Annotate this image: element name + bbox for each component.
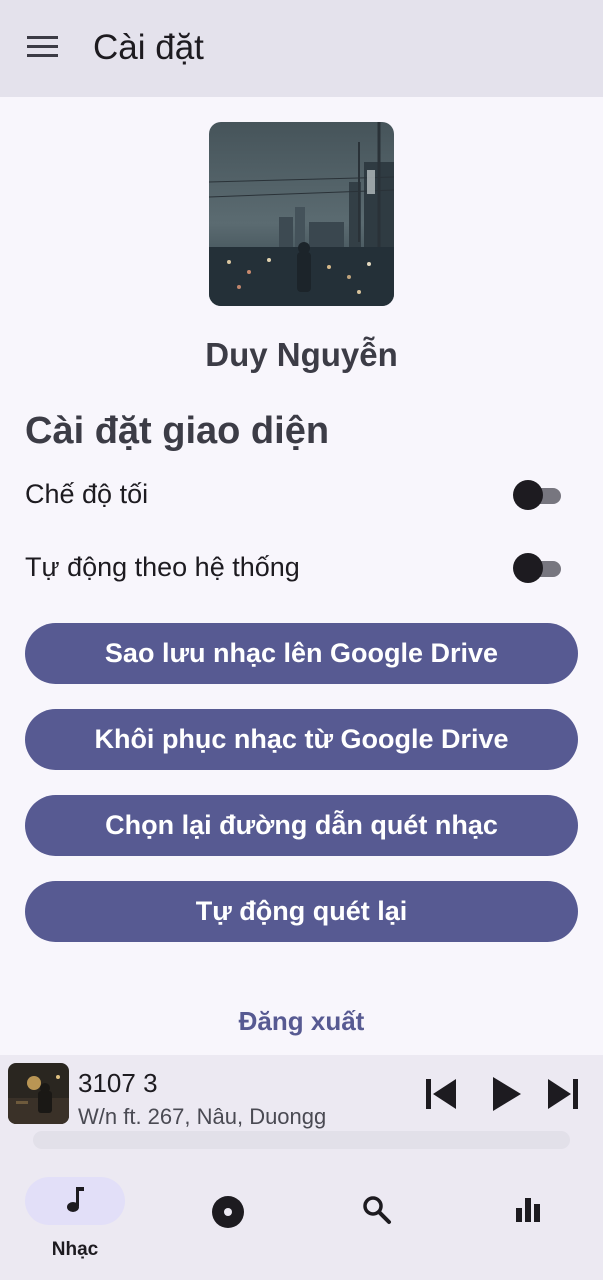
choose-scan-path-button[interactable]: Chọn lại đường dẫn quét nhạc xyxy=(25,795,578,856)
search-icon xyxy=(362,1195,392,1225)
skip-previous-icon[interactable] xyxy=(420,1074,460,1114)
nav-label-music: Nhạc xyxy=(51,1239,99,1260)
follow-system-row: Tự động theo hệ thống xyxy=(25,546,565,590)
now-playing-artwork[interactable] xyxy=(8,1063,69,1124)
dark-mode-switch[interactable] xyxy=(513,480,561,510)
disc-icon xyxy=(211,1195,244,1228)
backup-google-drive-button[interactable]: Sao lưu nhạc lên Google Drive xyxy=(25,623,578,684)
nav-item-albums[interactable] xyxy=(171,1173,281,1273)
appearance-section-title: Cài đặt giao diện xyxy=(25,410,330,452)
top-app-bar: Cài đặt xyxy=(0,0,603,97)
play-icon[interactable] xyxy=(485,1074,525,1114)
follow-system-switch[interactable] xyxy=(513,553,561,583)
playback-progress-bar[interactable] xyxy=(33,1131,570,1149)
bar-chart-icon xyxy=(513,1195,543,1225)
page-title: Cài đặt xyxy=(93,28,204,67)
nav-item-search[interactable] xyxy=(322,1173,432,1273)
profile-name: Duy Nguyễn xyxy=(205,336,398,373)
nav-item-stats[interactable] xyxy=(473,1173,583,1273)
skip-next-icon[interactable] xyxy=(544,1074,584,1114)
restore-google-drive-button[interactable]: Khôi phục nhạc từ Google Drive xyxy=(25,709,578,770)
profile-avatar-image xyxy=(209,122,394,306)
now-playing-artist: W/n ft. 267, Nâu, Duongg xyxy=(78,1104,327,1129)
auto-rescan-button[interactable]: Tự động quét lại xyxy=(25,881,578,942)
now-playing-title[interactable]: 3107 3 xyxy=(78,1068,158,1099)
logout-button[interactable]: Đăng xuất xyxy=(0,1006,603,1037)
dark-mode-row: Chế độ tối xyxy=(25,473,565,517)
music-note-icon xyxy=(60,1185,90,1215)
mini-player: 3107 3 W/n ft. 267, Nâu, Duongg Nhạc xyxy=(0,1055,603,1280)
hamburger-menu-icon[interactable] xyxy=(27,36,59,60)
nav-item-music[interactable]: Nhạc xyxy=(20,1173,130,1273)
follow-system-label: Tự động theo hệ thống xyxy=(25,552,300,582)
dark-mode-label: Chế độ tối xyxy=(25,479,149,509)
